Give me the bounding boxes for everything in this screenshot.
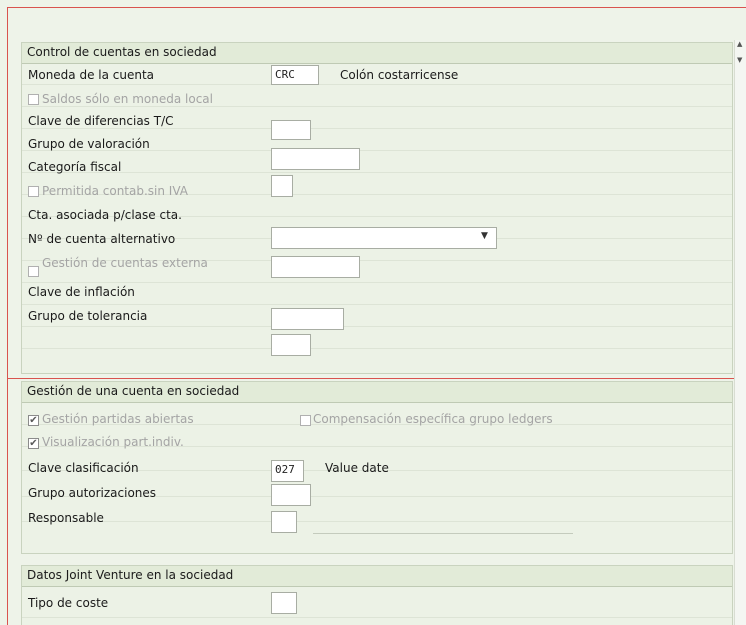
chevron-down-icon[interactable]: ▼ [481, 231, 488, 241]
sort-key-description: Value date [325, 461, 389, 475]
vertical-scrollbar[interactable]: ▲ ▼ [734, 40, 746, 625]
posting-without-tax-checkbox[interactable] [28, 186, 39, 197]
row-divider [22, 326, 732, 327]
external-mgmt-checkbox[interactable] [28, 266, 39, 277]
row-divider [22, 617, 732, 618]
auth-group-label: Grupo autorizaciones [28, 486, 157, 500]
sort-key-label: Clave clasificación [28, 461, 139, 475]
row-divider [22, 128, 732, 129]
recon-account-dropdown[interactable] [271, 227, 497, 249]
row-divider [22, 106, 732, 107]
responsible-input[interactable] [271, 511, 297, 533]
cost-type-label: Tipo de coste [28, 596, 109, 610]
tax-category-label: Categoría fiscal [28, 160, 122, 174]
open-items-label: Gestión partidas abiertas [42, 412, 194, 426]
check-icon: ✔ [29, 415, 38, 426]
row-divider [22, 304, 732, 305]
alt-account-label: Nº de cuenta alternativo [28, 232, 176, 246]
open-items-checkbox[interactable]: ✔ [28, 415, 39, 426]
valuation-group-label: Grupo de valoración [28, 137, 150, 151]
local-currency-only-label: Saldos sólo en moneda local [42, 92, 213, 106]
ledger-clearing-label: Compensación específica grupo ledgers [313, 412, 553, 426]
responsible-description-line [313, 533, 573, 534]
external-mgmt-label: Gestión de cuentas externa [42, 256, 208, 270]
auth-group-input[interactable] [271, 484, 311, 506]
currency-label: Moneda de la cuenta [28, 68, 155, 82]
section-header: Gestión de una cuenta en sociedad [22, 382, 732, 403]
exchange-diff-input[interactable] [271, 120, 311, 140]
ledger-clearing-checkbox[interactable] [300, 415, 311, 426]
tax-category-input[interactable] [271, 175, 293, 197]
posting-without-tax-label: Permitida contab.sin IVA [42, 184, 188, 198]
row-divider [22, 521, 732, 522]
section-joint-venture: Datos Joint Venture en la sociedad [21, 565, 733, 625]
line-items-label: Visualización part.indiv. [42, 435, 184, 449]
responsible-label: Responsable [28, 511, 104, 525]
tolerance-group-input[interactable] [271, 334, 311, 356]
row-divider [22, 84, 732, 85]
currency-input[interactable]: CRC [271, 65, 319, 85]
inflation-key-input[interactable] [271, 308, 344, 330]
cost-type-input[interactable] [271, 592, 297, 614]
scroll-up-icon[interactable]: ▲ [737, 40, 742, 48]
recon-account-label: Cta. asociada p/clase cta. [28, 208, 182, 222]
tolerance-group-label: Grupo de tolerancia [28, 309, 148, 323]
alt-account-input[interactable] [271, 256, 360, 278]
currency-description: Colón costarricense [340, 68, 459, 82]
line-items-checkbox[interactable]: ✔ [28, 438, 39, 449]
row-divider [22, 348, 732, 349]
row-divider [22, 172, 732, 173]
scroll-down-icon[interactable]: ▼ [737, 56, 742, 64]
section-header: Control de cuentas en sociedad [22, 43, 732, 64]
check-icon: ✔ [29, 438, 38, 449]
inflation-key-label: Clave de inflación [28, 285, 135, 299]
sort-key-input[interactable]: 027 [271, 460, 304, 482]
exchange-diff-label: Clave de diferencias T/C [28, 114, 174, 128]
row-divider [22, 282, 732, 283]
local-currency-only-checkbox[interactable] [28, 94, 39, 105]
section-header: Datos Joint Venture en la sociedad [22, 566, 732, 587]
valuation-group-input[interactable] [271, 148, 360, 170]
